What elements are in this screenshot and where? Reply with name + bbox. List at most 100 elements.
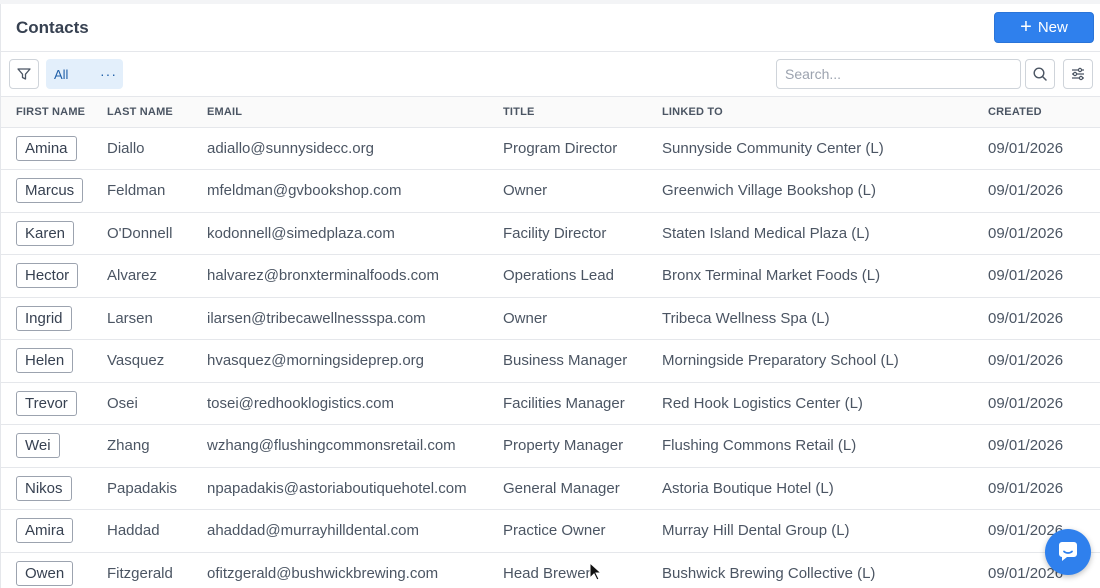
view-tab-all[interactable]: All ··· (46, 59, 123, 89)
last-name-cell: Vasquez (107, 352, 165, 370)
created-cell: 09/01/2026 (988, 437, 1064, 455)
linked-to-cell: Morningside Preparatory School (L) (662, 352, 899, 370)
table-row[interactable]: Marcus Feldman mfeldman@gvbookshop.com O… (1, 170, 1100, 212)
first-name-chip[interactable]: Amira (16, 518, 74, 544)
title-cell: Owner (503, 309, 548, 327)
created-cell: 09/01/2026 (988, 267, 1064, 285)
first-name-chip[interactable]: Marcus (16, 178, 84, 204)
last-name-cell: Osei (107, 394, 138, 412)
table-row[interactable]: Wei Zhang wzhang@flushingcommonsretail.c… (1, 425, 1100, 467)
linked-to-cell: Red Hook Logistics Center (L) (662, 394, 863, 412)
title-cell: Facilities Manager (503, 394, 625, 412)
title-cell: Property Manager (503, 437, 624, 455)
created-cell: 09/01/2026 (988, 352, 1064, 370)
plus-icon: + (1020, 15, 1032, 38)
first-name-chip[interactable]: Ingrid (16, 305, 72, 331)
title-cell: Operations Lead (503, 267, 614, 285)
title-cell: Facility Director (503, 224, 607, 242)
table-row[interactable]: Karen O'Donnell kodonnell@simedplaza.com… (1, 212, 1100, 255)
table-row[interactable]: Owen Fitzgerald ofitzgerald@bushwickbrew… (1, 552, 1100, 588)
table-body: Amina Diallo adiallo@sunnysidecc.org Pro… (1, 127, 1100, 588)
first-name-chip[interactable]: Trevor (16, 390, 77, 416)
view-tab-label: All (54, 66, 69, 82)
created-cell: 09/01/2026 (988, 394, 1064, 412)
linked-to-cell: Bushwick Brewing Collective (L) (662, 564, 876, 582)
linked-to-cell: Sunnyside Community Center (L) (662, 139, 884, 157)
contacts-table: FIRST NAME LAST NAME EMAIL TITLE LINKED … (1, 97, 1100, 588)
more-options-icon[interactable]: ··· (100, 66, 117, 82)
linked-to-cell: Astoria Boutique Hotel (L) (662, 479, 834, 497)
title-cell: Practice Owner (503, 522, 606, 540)
email-cell: kodonnell@simedplaza.com (207, 224, 395, 242)
email-cell: ofitzgerald@bushwickbrewing.com (207, 564, 439, 582)
first-name-chip[interactable]: Hector (16, 263, 79, 289)
email-cell: ahaddad@murrayhilldental.com (207, 522, 420, 540)
linked-to-cell: Staten Island Medical Plaza (L) (662, 224, 870, 242)
page-header: Contacts + New (1, 4, 1100, 52)
first-name-chip[interactable]: Karen (16, 220, 75, 246)
chat-button[interactable] (1045, 529, 1091, 575)
toolbar: All ··· (1, 52, 1100, 97)
column-header-email[interactable]: EMAIL (207, 97, 503, 127)
last-name-cell: Feldman (107, 182, 166, 200)
table-row[interactable]: Amina Diallo adiallo@sunnysidecc.org Pro… (1, 127, 1100, 170)
search-icon (1033, 67, 1047, 81)
last-name-cell: Haddad (107, 522, 160, 540)
last-name-cell: Diallo (107, 139, 145, 157)
table-row[interactable]: Nikos Papadakis npapadakis@astoriaboutiq… (1, 467, 1100, 510)
first-name-chip[interactable]: Amina (16, 135, 77, 161)
table-row[interactable]: Trevor Osei tosei@redhooklogistics.com F… (1, 382, 1100, 425)
column-header-created[interactable]: CREATED (988, 97, 1100, 127)
search-button[interactable] (1025, 59, 1055, 89)
column-settings-button[interactable] (1063, 59, 1093, 89)
table-row[interactable]: Ingrid Larsen ilarsen@tribecawellnessspa… (1, 297, 1100, 340)
email-cell: wzhang@flushingcommonsretail.com (207, 437, 456, 455)
contacts-panel: Contacts + New All ··· Search... FIRST N… (0, 4, 1100, 588)
created-cell: 09/01/2026 (988, 224, 1064, 242)
first-name-chip[interactable]: Wei (16, 433, 60, 459)
new-button-label: New (1037, 19, 1068, 36)
last-name-cell: Papadakis (107, 479, 178, 497)
column-header-last-name[interactable]: LAST NAME (107, 97, 207, 127)
email-cell: tosei@redhooklogistics.com (207, 394, 394, 412)
last-name-cell: Fitzgerald (107, 564, 173, 582)
title-cell: General Manager (503, 479, 620, 497)
first-name-chip[interactable]: Helen (16, 348, 74, 374)
linked-to-cell: Flushing Commons Retail (L) (662, 437, 857, 455)
created-cell: 09/01/2026 (988, 309, 1064, 327)
table-row[interactable]: Hector Alvarez halvarez@bronxterminalfoo… (1, 255, 1100, 297)
mouse-cursor-icon (589, 562, 603, 581)
filter-icon (17, 68, 31, 80)
last-name-cell: Alvarez (107, 267, 158, 285)
table-row[interactable]: Helen Vasquez hvasquez@morningsideprep.o… (1, 340, 1100, 382)
linked-to-cell: Murray Hill Dental Group (L) (662, 522, 850, 540)
table-header-row: FIRST NAME LAST NAME EMAIL TITLE LINKED … (1, 97, 1100, 127)
created-cell: 09/01/2026 (988, 479, 1064, 497)
column-header-title[interactable]: TITLE (503, 97, 662, 127)
first-name-chip[interactable]: Owen (16, 560, 74, 586)
title-cell: Owner (503, 182, 548, 200)
email-cell: hvasquez@morningsideprep.org (207, 352, 425, 370)
linked-to-cell: Bronx Terminal Market Foods (L) (662, 267, 881, 285)
last-name-cell: Zhang (107, 437, 150, 455)
created-cell: 09/01/2026 (988, 139, 1064, 157)
first-name-chip[interactable]: Nikos (16, 475, 72, 501)
linked-to-cell: Greenwich Village Bookshop (L) (662, 182, 877, 200)
filter-button[interactable] (9, 59, 39, 89)
last-name-cell: O'Donnell (107, 224, 173, 242)
chat-icon (1059, 542, 1077, 561)
search-input[interactable] (776, 59, 1021, 89)
email-cell: npapadakis@astoriaboutiquehotel.com (207, 479, 467, 497)
column-header-linked-to[interactable]: LINKED TO (662, 97, 988, 127)
new-contact-button[interactable]: + New (994, 12, 1094, 43)
email-cell: mfeldman@gvbookshop.com (207, 182, 402, 200)
linked-to-cell: Tribeca Wellness Spa (L) (662, 309, 830, 327)
title-cell: Program Director (503, 139, 618, 157)
title-cell: Business Manager (503, 352, 628, 370)
last-name-cell: Larsen (107, 309, 153, 327)
table-row[interactable]: Amira Haddad ahaddad@murrayhilldental.co… (1, 510, 1100, 552)
email-cell: halvarez@bronxterminalfoods.com (207, 267, 439, 285)
column-header-first-name[interactable]: FIRST NAME (1, 97, 107, 127)
page-title: Contacts (16, 17, 89, 37)
created-cell: 09/01/2026 (988, 182, 1064, 200)
